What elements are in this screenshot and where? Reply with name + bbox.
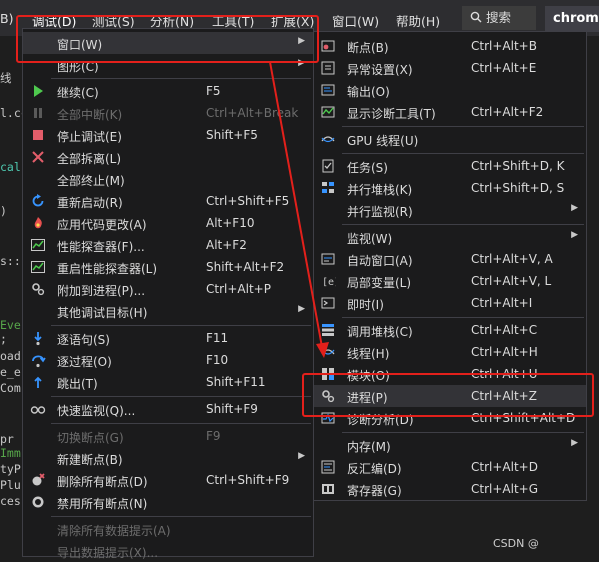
watermark: CSDN @ (493, 537, 539, 550)
annotation-arrow-line (269, 61, 323, 348)
annotation-arrow-head (316, 342, 329, 358)
annotation-arrow (269, 61, 329, 358)
